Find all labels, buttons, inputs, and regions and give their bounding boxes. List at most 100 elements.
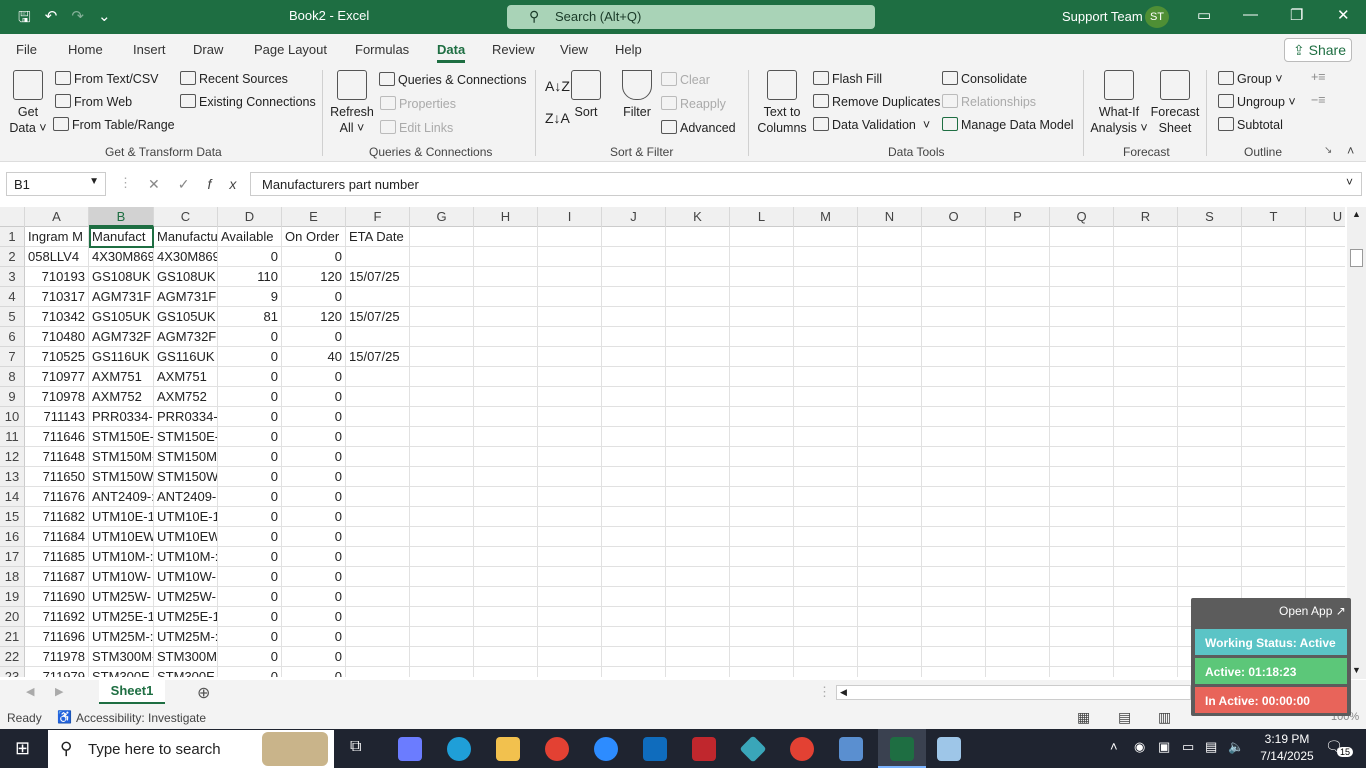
empty-cell[interactable] bbox=[474, 307, 538, 327]
empty-cell[interactable] bbox=[474, 267, 538, 287]
table-cell[interactable]: 120 bbox=[282, 307, 346, 327]
table-cell[interactable]: 0 bbox=[282, 387, 346, 407]
collapse-ribbon-icon[interactable]: ˄ bbox=[1347, 144, 1354, 158]
table-cell[interactable] bbox=[346, 367, 410, 387]
empty-cell[interactable] bbox=[1242, 247, 1306, 267]
group-button[interactable]: Group ˅ bbox=[1218, 71, 1283, 86]
table-cell[interactable]: 711979 bbox=[25, 667, 89, 677]
table-cell[interactable] bbox=[346, 627, 410, 647]
empty-cell[interactable] bbox=[1242, 567, 1306, 587]
empty-cell[interactable] bbox=[858, 527, 922, 547]
empty-cell[interactable] bbox=[410, 487, 474, 507]
table-cell[interactable]: 0 bbox=[218, 327, 282, 347]
empty-cell[interactable] bbox=[858, 227, 922, 247]
table-cell[interactable]: GS108UK bbox=[89, 267, 154, 287]
table-cell[interactable] bbox=[346, 327, 410, 347]
empty-cell[interactable] bbox=[858, 307, 922, 327]
table-cell[interactable] bbox=[346, 487, 410, 507]
empty-cell[interactable] bbox=[410, 367, 474, 387]
next-sheet-icon[interactable]: ▶ bbox=[55, 685, 63, 698]
app-diamond-icon[interactable] bbox=[739, 735, 767, 763]
empty-cell[interactable] bbox=[1050, 267, 1114, 287]
empty-cell[interactable] bbox=[794, 367, 858, 387]
table-cell[interactable]: 0 bbox=[282, 327, 346, 347]
tab-formulas[interactable]: Formulas bbox=[355, 42, 409, 57]
empty-cell[interactable] bbox=[666, 227, 730, 247]
empty-cell[interactable] bbox=[1114, 407, 1178, 427]
empty-cell[interactable] bbox=[666, 667, 730, 677]
empty-cell[interactable] bbox=[922, 647, 986, 667]
hide-detail-icon[interactable]: −≡ bbox=[1311, 93, 1326, 107]
empty-cell[interactable] bbox=[666, 387, 730, 407]
empty-cell[interactable] bbox=[922, 487, 986, 507]
table-cell[interactable]: ANT2409-: bbox=[89, 487, 154, 507]
table-cell[interactable] bbox=[346, 607, 410, 627]
table-cell[interactable]: 0 bbox=[218, 427, 282, 447]
table-cell[interactable]: 0 bbox=[282, 367, 346, 387]
empty-cell[interactable] bbox=[794, 507, 858, 527]
empty-cell[interactable] bbox=[858, 607, 922, 627]
empty-cell[interactable] bbox=[1306, 507, 1345, 527]
empty-cell[interactable] bbox=[1050, 547, 1114, 567]
empty-cell[interactable] bbox=[410, 627, 474, 647]
table-cell[interactable]: 0 bbox=[218, 627, 282, 647]
empty-cell[interactable] bbox=[730, 487, 794, 507]
empty-cell[interactable] bbox=[730, 427, 794, 447]
table-cell[interactable]: 0 bbox=[218, 247, 282, 267]
empty-cell[interactable] bbox=[986, 367, 1050, 387]
empty-cell[interactable] bbox=[730, 347, 794, 367]
flash-fill-button[interactable]: Flash Fill bbox=[813, 71, 882, 86]
table-cell[interactable]: 0 bbox=[218, 367, 282, 387]
empty-cell[interactable] bbox=[1114, 447, 1178, 467]
table-cell[interactable] bbox=[346, 287, 410, 307]
table-cell[interactable]: 81 bbox=[218, 307, 282, 327]
empty-cell[interactable] bbox=[1306, 327, 1345, 347]
save-icon[interactable]: 🖫 bbox=[18, 7, 31, 32]
table-cell[interactable]: 120 bbox=[282, 267, 346, 287]
empty-cell[interactable] bbox=[410, 467, 474, 487]
empty-cell[interactable] bbox=[410, 327, 474, 347]
empty-cell[interactable] bbox=[730, 247, 794, 267]
share-button[interactable]: ⇪ Share bbox=[1284, 38, 1352, 62]
empty-cell[interactable] bbox=[986, 607, 1050, 627]
empty-cell[interactable] bbox=[666, 547, 730, 567]
empty-cell[interactable] bbox=[602, 607, 666, 627]
chrome-icon[interactable] bbox=[545, 737, 569, 761]
table-cell[interactable]: 711685 bbox=[25, 547, 89, 567]
empty-cell[interactable] bbox=[858, 447, 922, 467]
empty-cell[interactable] bbox=[986, 227, 1050, 247]
empty-cell[interactable] bbox=[986, 447, 1050, 467]
empty-cell[interactable] bbox=[474, 407, 538, 427]
table-cell[interactable]: 0 bbox=[218, 667, 282, 677]
empty-cell[interactable] bbox=[858, 547, 922, 567]
empty-cell[interactable] bbox=[538, 347, 602, 367]
ribbon-display-icon[interactable]: ▭ bbox=[1197, 6, 1211, 24]
table-cell[interactable]: 711690 bbox=[25, 587, 89, 607]
empty-cell[interactable] bbox=[1242, 287, 1306, 307]
empty-cell[interactable] bbox=[858, 667, 922, 677]
empty-cell[interactable] bbox=[666, 427, 730, 447]
chevron-down-icon[interactable]: ▼ bbox=[89, 176, 99, 187]
empty-cell[interactable] bbox=[1178, 447, 1242, 467]
empty-cell[interactable] bbox=[794, 667, 858, 677]
empty-cell[interactable] bbox=[1178, 287, 1242, 307]
empty-cell[interactable] bbox=[1178, 387, 1242, 407]
table-cell[interactable]: AXM752 bbox=[89, 387, 154, 407]
expand-formula-icon[interactable]: ˅ bbox=[1346, 175, 1353, 189]
empty-cell[interactable] bbox=[730, 387, 794, 407]
empty-cell[interactable] bbox=[666, 247, 730, 267]
empty-cell[interactable] bbox=[1114, 487, 1178, 507]
table-cell[interactable]: UTM25M-: bbox=[89, 627, 154, 647]
empty-cell[interactable] bbox=[1242, 427, 1306, 447]
column-header-k[interactable]: K bbox=[666, 207, 730, 227]
table-cell[interactable]: 711978 bbox=[25, 647, 89, 667]
table-cell[interactable]: UTM10W- bbox=[154, 567, 218, 587]
notepad-icon[interactable] bbox=[937, 737, 961, 761]
empty-cell[interactable] bbox=[1178, 327, 1242, 347]
table-cell[interactable]: UTM10E-1 bbox=[154, 507, 218, 527]
empty-cell[interactable] bbox=[1242, 447, 1306, 467]
table-cell[interactable]: GS116UK bbox=[154, 347, 218, 367]
tab-draw[interactable]: Draw bbox=[193, 42, 223, 57]
spreadsheet-grid[interactable]: ABCDEFGHIJKLMNOPQRSTU 1 Ingram M Manufact M… bbox=[0, 207, 1345, 677]
table-cell[interactable]: Manufactu bbox=[154, 227, 218, 247]
